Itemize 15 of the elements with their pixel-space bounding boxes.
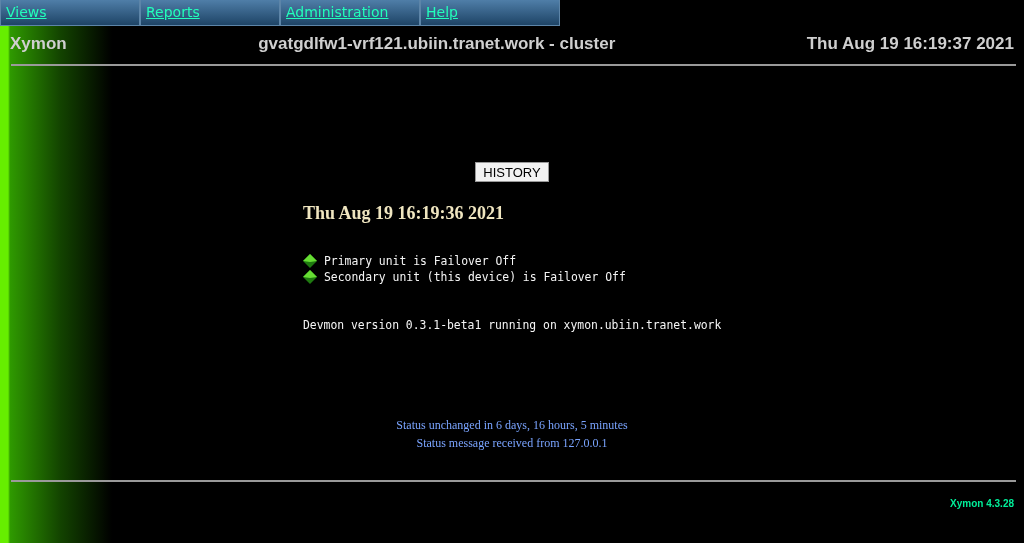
menu-link[interactable]: Views bbox=[0, 0, 140, 26]
status-note: Status unchanged in 6 days, 16 hours, 5 minutes bbox=[396, 418, 628, 433]
history-button[interactable]: HISTORY bbox=[475, 162, 549, 182]
status-note: Status message received from 127.0.0.1 bbox=[416, 436, 608, 451]
devmon-info: Devmon version 0.3.1-beta1 running on xymon.ubiin.tranet.work bbox=[303, 318, 723, 332]
menu-link[interactable]: Help bbox=[420, 0, 560, 26]
header-datetime: Thu Aug 19 16:19:37 2021 bbox=[806, 34, 1014, 54]
status-time: Thu Aug 19 16:19:36 2021 bbox=[303, 203, 506, 224]
version-footer: Xymon 4.3.28 bbox=[950, 498, 1014, 509]
menu-link[interactable]: Administration bbox=[280, 0, 420, 26]
status-message: Primary unit is Failover Off bbox=[324, 254, 517, 268]
status-message: Secondary unit (this device) is Failover Off bbox=[324, 270, 626, 284]
brand-title: Xymon bbox=[10, 34, 67, 54]
menu-link[interactable]: Reports bbox=[140, 0, 280, 26]
page-title: gvatgdlfw1-vrf121.ubiin.tranet.work - cluster bbox=[258, 34, 616, 54]
